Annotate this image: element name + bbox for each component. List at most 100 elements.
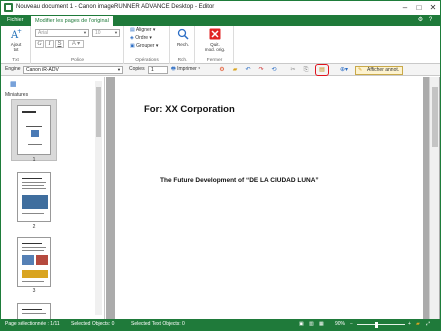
document-area: For: XX Corporation The Future Developme…	[106, 77, 440, 319]
operations-group: ▤ Aligner ▾ ◈ Ordre ▾ ▣ Grouper ▾ Opérat…	[125, 26, 170, 64]
quit-edit-original-label: Quit. mod. orig.	[204, 42, 226, 52]
underline-button[interactable]: S	[55, 40, 64, 48]
chevron-down-icon: ▼	[117, 66, 121, 72]
title-bar: Nouveau document 1 - Canon imageRUNNER A…	[1, 1, 440, 15]
folder-icon[interactable]: ▰	[231, 66, 239, 74]
order-button[interactable]: ◈ Ordre ▾	[130, 35, 152, 42]
thumbnails-panel: ▦ Miniatures 1 2 3	[1, 77, 105, 319]
scrollbar-thumb[interactable]	[96, 87, 101, 137]
selected-objects-status: Selected Objects: 0	[71, 321, 115, 327]
selected-text-objects-status: Selected Text Objects: 0	[131, 321, 185, 327]
refresh-icon[interactable]: ⟲	[270, 66, 278, 74]
thumbnails-view-icon[interactable]: ▦	[10, 80, 17, 88]
print-label: Imprimer	[177, 66, 197, 72]
thumbnails-scrollbar[interactable]	[95, 81, 102, 315]
print-toolbar: Engine Canon iR-ADV ▼ Copies 1 🖶 Imprime…	[1, 64, 440, 76]
print-button[interactable]: 🖶 Imprimer ▾	[171, 66, 200, 74]
align-icon: ▤	[130, 27, 135, 33]
thumbnails-title: Miniatures	[5, 92, 29, 98]
italic-button[interactable]: G	[35, 40, 44, 48]
chevron-down-icon: ▼	[114, 30, 118, 35]
zoom-slider[interactable]	[357, 324, 405, 325]
thumbnail-page[interactable]	[17, 303, 51, 319]
chevron-down-icon: ▼	[83, 30, 87, 35]
show-annotations-label: Afficher annot.	[367, 66, 400, 73]
operations-group-label: Opérations	[135, 58, 159, 63]
view-double-icon[interactable]: ▥	[309, 319, 314, 330]
engine-label: Engine	[5, 66, 21, 72]
document-scrollbar[interactable]	[429, 77, 439, 319]
window-title: Nouveau document 1 - Canon imageRUNNER A…	[16, 4, 215, 10]
copies-value: 1	[151, 66, 154, 73]
thumbnail-number: 3	[32, 288, 36, 294]
show-annotations-button[interactable]: ✎ Afficher annot.	[355, 65, 404, 75]
maximize-button[interactable]: □	[412, 2, 426, 13]
zoom-value: 90%	[335, 321, 346, 327]
font-color-button[interactable]: A ▾	[68, 40, 84, 48]
view-single-icon[interactable]: ▣	[299, 319, 304, 330]
add-text-icon: A +	[10, 28, 22, 41]
copies-stepper[interactable]: 1	[148, 65, 168, 74]
app-icon	[4, 3, 13, 12]
search-button[interactable]: Rech.	[173, 28, 193, 47]
font-size-combo[interactable]: 10 ▼	[92, 29, 120, 37]
engine-select[interactable]: Canon iR-ADV ▼	[23, 65, 123, 74]
printer-icon: 🖶	[171, 66, 176, 72]
zoom-out-icon[interactable]: −	[350, 319, 353, 330]
output-settings-icon[interactable]: ⚙	[218, 66, 226, 74]
view-mode-icon[interactable]: ⊕▾	[337, 66, 351, 74]
view-grid-icon[interactable]: ▦	[319, 319, 324, 330]
svg-text:+: +	[17, 28, 22, 35]
cut-icon[interactable]: ✂	[289, 66, 297, 74]
engine-value: Canon iR-ADV	[26, 66, 59, 73]
note-icon[interactable]: ▰	[416, 319, 420, 330]
zoom-slider-knob[interactable]	[375, 321, 378, 328]
minimize-button[interactable]: –	[398, 2, 412, 13]
thumbnail-page[interactable]	[17, 172, 51, 222]
group-label: Grouper	[136, 43, 155, 49]
add-text-button[interactable]: A + Ajout txt	[4, 28, 28, 52]
order-icon: ◈	[130, 35, 134, 41]
annotation-icon: ✎	[358, 66, 363, 73]
thumbnail-image	[17, 105, 51, 155]
add-text-label: Ajout txt	[10, 42, 22, 52]
page-selection-status: Page sélectionnée : 1/11	[5, 321, 60, 327]
copy-icon[interactable]: ⎘	[302, 66, 310, 74]
settings-icon[interactable]: ⚙	[417, 17, 424, 24]
align-button[interactable]: ▤ Aligner ▾	[130, 27, 155, 34]
scrollbar-thumb[interactable]	[432, 87, 438, 147]
close-x-icon	[209, 28, 221, 40]
redo-icon[interactable]: ↷	[257, 66, 265, 74]
thumbnail-page[interactable]	[17, 237, 51, 287]
tab-file[interactable]: Fichier	[3, 15, 28, 26]
group-button[interactable]: ▣ Grouper ▾	[130, 43, 158, 50]
order-label: Ordre	[135, 35, 149, 41]
search-group: Rech. Rch.	[171, 26, 195, 64]
help-icon[interactable]: ?	[427, 17, 434, 24]
thumbnail-number: 2	[32, 224, 36, 230]
quit-edit-original-button[interactable]: Quit. mod. orig.	[199, 28, 231, 52]
font-name-value: Arial	[38, 30, 49, 36]
tab-edit-original-pages[interactable]: Modifier les pages de l'original	[31, 15, 113, 26]
zoom-in-icon[interactable]: +	[408, 319, 411, 330]
thumbnail-page-selected[interactable]	[11, 99, 57, 161]
font-group: Arial ▼ 10 ▼ G I S A ▾ Police	[32, 26, 124, 64]
highlight-marker	[315, 64, 329, 76]
text-group: A + Ajout txt Txt	[1, 26, 31, 64]
search-label: Rech.	[176, 42, 189, 47]
align-label: Aligner	[135, 27, 152, 33]
fit-page-icon[interactable]: ⤢	[426, 319, 430, 330]
document-heading: For: XX Corporation	[144, 104, 235, 115]
document-page[interactable]: For: XX Corporation The Future Developme…	[115, 77, 423, 319]
font-size-value: 10	[95, 30, 101, 36]
text-group-label: Txt	[12, 58, 19, 63]
search-icon	[177, 28, 189, 40]
font-name-combo[interactable]: Arial ▼	[35, 29, 89, 37]
editor-window: Nouveau document 1 - Canon imageRUNNER A…	[0, 0, 441, 331]
document-subtitle: The Future Development of “DE LA CIUDAD …	[160, 177, 319, 184]
group-icon: ▣	[130, 43, 135, 49]
close-button[interactable]: ✕	[426, 2, 440, 13]
undo-icon[interactable]: ↶	[244, 66, 252, 74]
status-bar: Page sélectionnée : 1/11 Selected Object…	[1, 319, 440, 330]
italic-button-2[interactable]: I	[45, 40, 54, 48]
